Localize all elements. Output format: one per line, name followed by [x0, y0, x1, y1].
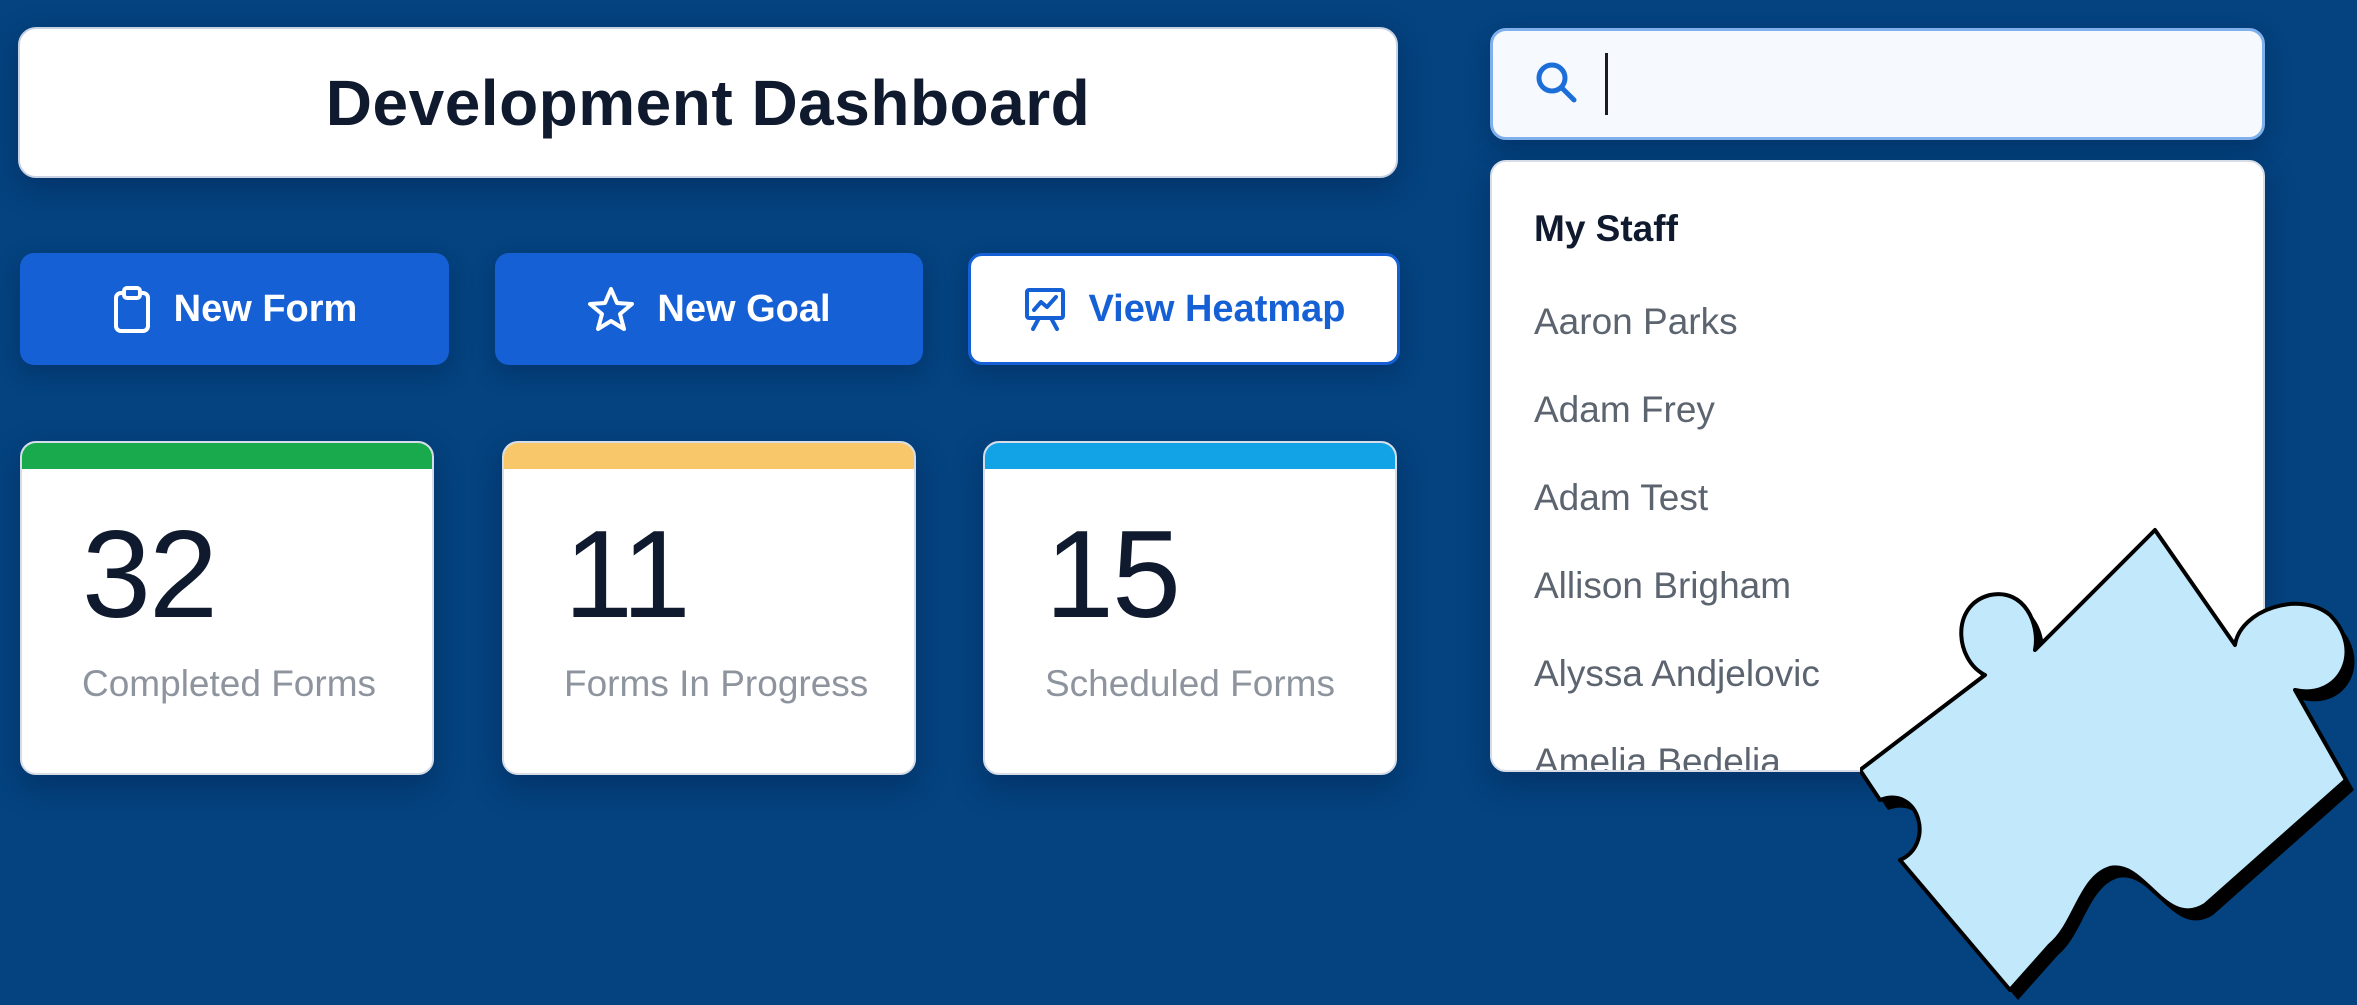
- presentation-chart-icon: [1023, 286, 1067, 332]
- view-heatmap-button[interactable]: View Heatmap: [968, 253, 1400, 365]
- star-icon: [587, 285, 635, 333]
- staff-list: Aaron Parks Adam Frey Adam Test Allison …: [1534, 292, 1820, 770]
- stat-label: Forms In Progress: [564, 663, 869, 704]
- view-heatmap-label: View Heatmap: [1088, 287, 1346, 330]
- clipboard-icon: [112, 285, 152, 333]
- search-icon: [1533, 59, 1579, 110]
- staff-search-box[interactable]: [1490, 28, 2265, 140]
- staff-list-item[interactable]: Allison Brigham: [1534, 556, 1820, 644]
- stat-color-bar: [504, 443, 914, 469]
- stat-color-bar: [22, 443, 432, 469]
- staff-list-header: My Staff: [1534, 208, 1678, 249]
- stat-card-completed-forms[interactable]: 32 Completed Forms: [20, 441, 434, 775]
- staff-list-item[interactable]: Adam Test: [1534, 468, 1820, 556]
- stat-value: 11: [564, 506, 691, 644]
- stat-label: Completed Forms: [82, 663, 377, 704]
- stat-value: 15: [1045, 506, 1181, 644]
- staff-list-item[interactable]: Adam Frey: [1534, 380, 1820, 468]
- new-form-label: New Form: [173, 287, 358, 330]
- stat-color-bar: [985, 443, 1395, 469]
- new-form-button[interactable]: New Form: [20, 253, 449, 365]
- stat-label: Scheduled Forms: [1045, 663, 1335, 704]
- stat-card-forms-in-progress[interactable]: 11 Forms In Progress: [502, 441, 916, 775]
- page-title-card: Development Dashboard: [18, 27, 1398, 178]
- page-title: Development Dashboard: [325, 66, 1091, 139]
- staff-list-item[interactable]: Aaron Parks: [1534, 292, 1820, 380]
- staff-list-item[interactable]: Alyssa Andjelovic: [1534, 644, 1820, 732]
- staff-list-item[interactable]: Amelia Bedelia: [1534, 732, 1820, 770]
- new-goal-label: New Goal: [657, 287, 831, 330]
- stat-card-scheduled-forms[interactable]: 15 Scheduled Forms: [983, 441, 1397, 775]
- search-input[interactable]: [1605, 53, 2216, 115]
- new-goal-button[interactable]: New Goal: [495, 253, 923, 365]
- stat-value: 32: [82, 506, 218, 644]
- puzzle-piece-icon: [1858, 520, 2357, 1005]
